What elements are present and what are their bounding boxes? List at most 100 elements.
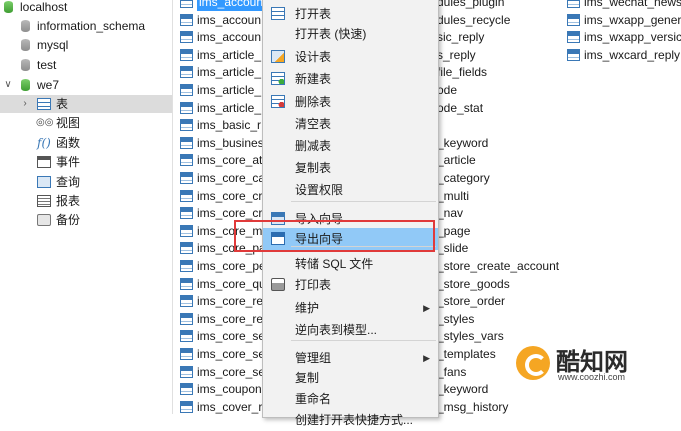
- menu-item-label: 打开表: [295, 7, 332, 21]
- table-name: _page: [437, 224, 471, 238]
- tree-item-tables[interactable]: › 表: [0, 95, 172, 113]
- menu-item-label: 转储 SQL 文件: [295, 257, 374, 271]
- table-name: ode_stat: [437, 101, 484, 115]
- table-name: ims_article_: [197, 65, 262, 79]
- table-name: ims_article_: [197, 83, 262, 97]
- table-name: ims_core_qu: [197, 277, 266, 291]
- table-icon: [567, 49, 580, 61]
- table-name: ims_wxapp_gener: [584, 13, 681, 27]
- menu-item[interactable]: 设计表: [263, 46, 438, 68]
- connection-node[interactable]: localhost: [0, 0, 172, 16]
- delete-table-icon: [271, 95, 285, 108]
- table-name: ims_basic_r: [197, 118, 262, 132]
- menu-item-label: 删除表: [295, 95, 332, 109]
- event-icon: [37, 156, 51, 168]
- db-node-information-schema[interactable]: information_schema: [0, 17, 172, 35]
- navigation-tree: localhost information_schema mysql test …: [0, 0, 172, 414]
- menu-item[interactable]: 删除表: [263, 91, 438, 113]
- database-icon: [21, 79, 30, 91]
- table-icon: [180, 154, 193, 166]
- table-icon: [180, 102, 193, 114]
- chevron-right-icon[interactable]: ›: [20, 95, 30, 113]
- menu-item-label: 删减表: [295, 139, 332, 153]
- db-node-test[interactable]: test: [0, 56, 172, 74]
- table-icon: [180, 242, 193, 254]
- table-icon: [180, 313, 193, 325]
- submenu-arrow-icon: ▶: [423, 353, 430, 363]
- menu-item[interactable]: 删减表: [263, 135, 438, 157]
- function-icon: f(): [37, 136, 51, 150]
- tree-item-events[interactable]: 事件: [0, 153, 172, 171]
- backup-icon: [37, 214, 51, 226]
- table-name: _templates: [437, 347, 496, 361]
- tree-item-reports[interactable]: 报表: [0, 192, 172, 210]
- menu-item[interactable]: 创建打开表快捷方式...: [263, 409, 438, 431]
- menu-item[interactable]: 转储 SQL 文件: [263, 253, 438, 275]
- table-icon: [567, 0, 580, 8]
- db-label: we7: [37, 78, 60, 92]
- table-name: ims_coupon: [197, 382, 262, 396]
- table-icon: [180, 0, 193, 8]
- chevron-down-icon[interactable]: ∨: [3, 76, 13, 94]
- menu-item[interactable]: 清空表: [263, 113, 438, 135]
- menu-separator: [291, 340, 436, 341]
- table-icon: [180, 190, 193, 202]
- db-label: mysql: [37, 38, 69, 52]
- table-name: _store_create_account: [437, 259, 560, 273]
- table-name: _styles: [437, 312, 475, 326]
- menu-item[interactable]: 维护 ▶: [263, 297, 438, 319]
- table-icon: [180, 278, 193, 290]
- menu-item[interactable]: 重命名: [263, 388, 438, 410]
- database-icon: [21, 20, 30, 32]
- table-name: _category: [437, 171, 490, 185]
- query-icon: [37, 176, 51, 188]
- table-name: file_fields: [437, 65, 488, 79]
- table-icon: [37, 98, 51, 110]
- menu-item[interactable]: 复制表: [263, 157, 438, 179]
- table-name: ode: [437, 83, 458, 97]
- table-icon: [180, 84, 193, 96]
- menu-item[interactable]: 管理组 ▶: [263, 347, 438, 369]
- menu-item-label: 清空表: [295, 117, 332, 131]
- table-icon: [180, 31, 193, 43]
- table-icon: [180, 207, 193, 219]
- table-name: ims_article_: [197, 48, 262, 62]
- connection-icon: [4, 1, 13, 13]
- table-name: ims_article_: [197, 101, 262, 115]
- design-table-icon: [271, 50, 285, 63]
- tree-item-label: 事件: [56, 155, 81, 169]
- table-icon: [180, 14, 193, 26]
- table-icon: [180, 225, 193, 237]
- menu-item[interactable]: 打开表: [263, 3, 438, 25]
- db-node-we7[interactable]: ∨ we7: [0, 76, 172, 94]
- db-node-mysql[interactable]: mysql: [0, 36, 172, 54]
- tree-item-views[interactable]: ◎◎ 视图: [0, 114, 172, 132]
- tree-item-label: 查询: [56, 175, 81, 189]
- tree-item-backups[interactable]: 备份: [0, 211, 172, 229]
- tree-item-label: 报表: [56, 194, 81, 208]
- table-icon: [180, 401, 193, 413]
- menu-item[interactable]: 设置权限: [263, 179, 438, 201]
- database-icon: [21, 39, 30, 51]
- table-name: _store_goods: [437, 277, 510, 291]
- table-name: s_reply: [437, 48, 476, 62]
- table-icon: [180, 366, 193, 378]
- menu-item[interactable]: 逆向表到模型...: [263, 319, 438, 341]
- table-name: ims_wxcard_reply: [584, 48, 681, 62]
- menu-item[interactable]: 复制: [263, 367, 438, 389]
- table-icon: [180, 49, 193, 61]
- menu-item[interactable]: 打印表: [263, 274, 438, 296]
- menu-item-label: 管理组: [295, 351, 332, 365]
- db-label: information_schema: [37, 19, 146, 33]
- table-icon: [180, 295, 193, 307]
- tree-item-functions[interactable]: f() 函数: [0, 134, 172, 152]
- table-name: _keyword: [437, 382, 489, 396]
- table-name: _multi: [437, 189, 470, 203]
- menu-item-label: 重命名: [295, 392, 332, 406]
- table-name: _article: [437, 153, 476, 167]
- menu-item[interactable]: 打开表 (快速): [263, 23, 438, 45]
- menu-item[interactable]: 新建表: [263, 68, 438, 90]
- tree-item-queries[interactable]: 查询: [0, 173, 172, 191]
- table-name: ims_core_se: [197, 329, 266, 343]
- table-name: ims_accoun: [197, 13, 262, 27]
